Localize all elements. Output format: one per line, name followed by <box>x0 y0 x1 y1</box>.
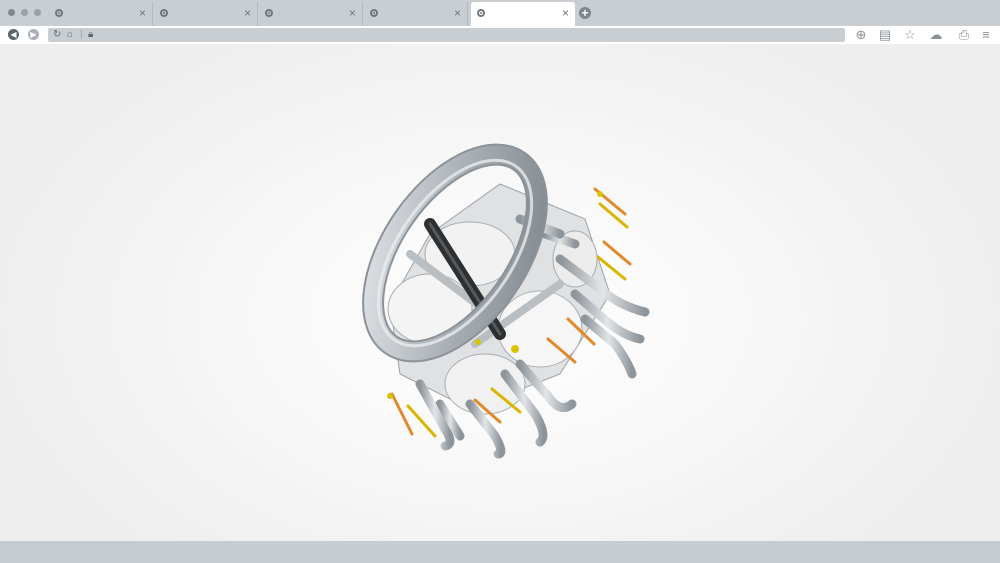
3d-viewport[interactable] <box>0 44 1000 541</box>
tab-close-icon[interactable]: × <box>139 6 146 20</box>
tab-1[interactable]: × <box>49 2 153 26</box>
tab-close-icon[interactable]: × <box>562 6 569 20</box>
globe-icon <box>265 9 273 17</box>
archive-icon[interactable]: ▤ <box>877 27 893 43</box>
engine-model[interactable] <box>0 44 1000 541</box>
tab-close-icon[interactable]: × <box>244 6 251 20</box>
reload-icon[interactable]: ↻ <box>53 29 61 41</box>
browser-toolbar: ◀ ▶ ↻ ⌂ | 🔒︎ ⊕ ▤ ☆ ☁ ⎙ ≡ <box>0 26 1000 44</box>
tab-3[interactable]: × <box>259 2 363 26</box>
globe-icon <box>370 9 378 17</box>
tab-bar: × × × × × + <box>0 0 1000 26</box>
back-button[interactable]: ◀ <box>8 29 19 40</box>
star-icon[interactable]: ☆ <box>902 27 918 43</box>
window-controls <box>8 9 41 16</box>
tab-close-icon[interactable]: × <box>349 6 356 20</box>
maximize-window-icon[interactable] <box>34 9 41 16</box>
divider: | <box>80 29 83 40</box>
cloud-download-icon[interactable]: ☁ <box>928 27 944 43</box>
globe-icon <box>477 9 485 17</box>
address-bar[interactable]: ↻ ⌂ | 🔒︎ <box>48 28 845 42</box>
globe-icon <box>160 9 168 17</box>
new-tab-button[interactable]: + <box>579 7 591 19</box>
print-icon[interactable]: ⎙ <box>956 27 972 43</box>
tab-5-active[interactable]: × <box>471 2 575 26</box>
home-icon[interactable]: ⌂ <box>67 29 73 41</box>
forward-button[interactable]: ▶ <box>28 29 39 40</box>
globe-icon <box>55 9 63 17</box>
close-window-icon[interactable] <box>8 9 15 16</box>
menu-icon[interactable]: ≡ <box>978 27 994 43</box>
minimize-window-icon[interactable] <box>21 9 28 16</box>
tab-4[interactable]: × <box>364 2 468 26</box>
tab-2[interactable]: × <box>154 2 258 26</box>
tab-close-icon[interactable]: × <box>454 6 461 20</box>
zoom-icon[interactable]: ⊕ <box>853 27 869 43</box>
lock-icon: 🔒︎ <box>88 29 94 40</box>
status-bar <box>0 541 1000 563</box>
